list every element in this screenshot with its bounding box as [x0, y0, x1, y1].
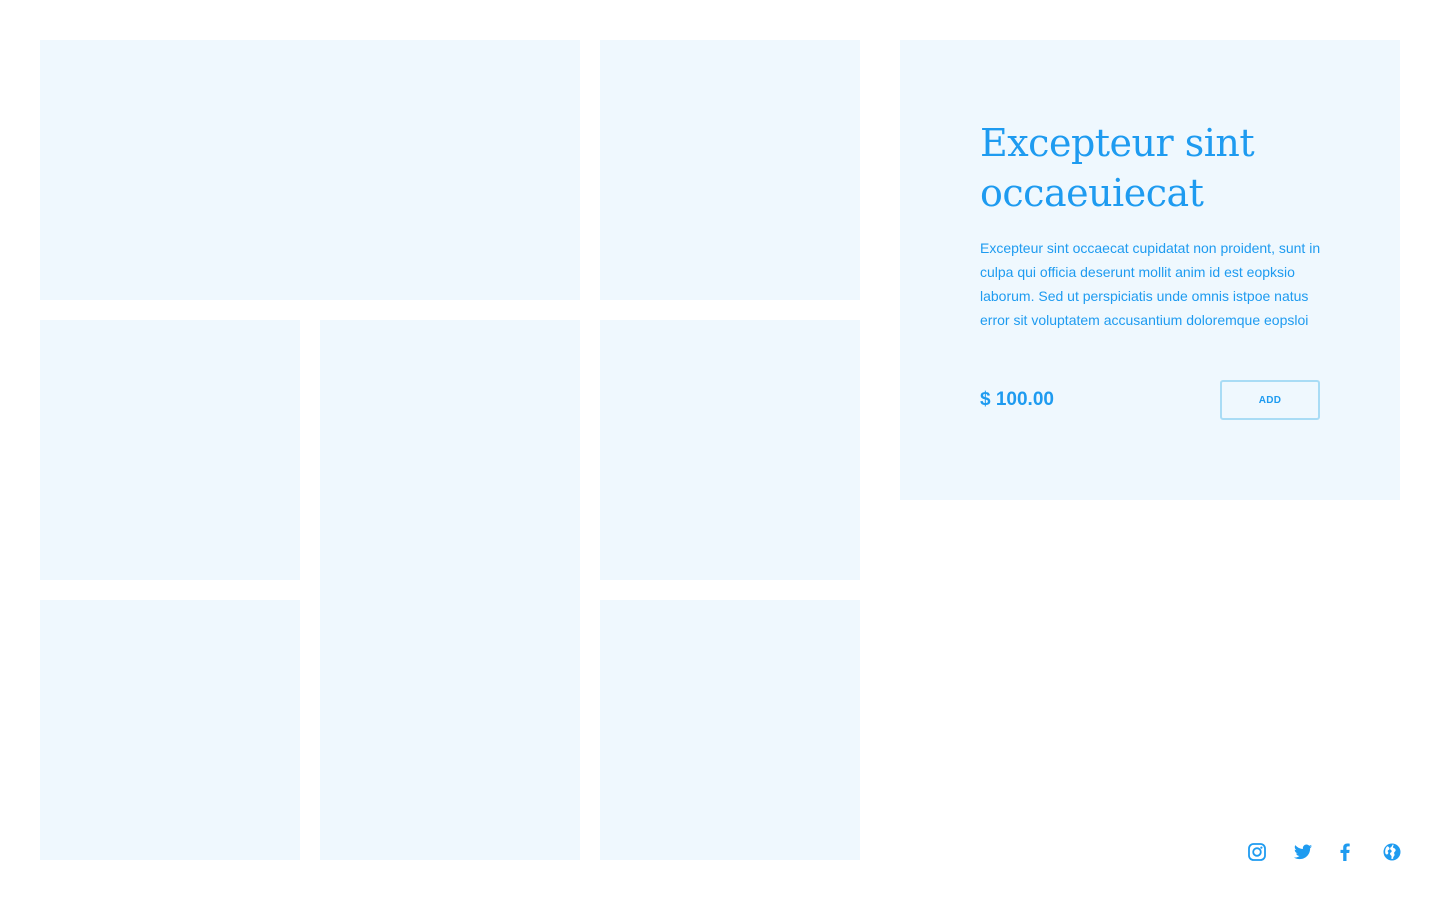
- gallery-image-placeholder[interactable]: [40, 40, 580, 300]
- gallery-image-placeholder[interactable]: [600, 320, 860, 580]
- product-title: Excepteur sint occaeuiecat: [980, 121, 1255, 215]
- gallery-image-placeholder[interactable]: [40, 320, 300, 580]
- instagram-icon[interactable]: [1245, 840, 1269, 864]
- product-card: Excepteur sint occaeuiecat Excepteur sin…: [900, 40, 1400, 500]
- twitter-icon[interactable]: [1291, 840, 1315, 864]
- social-links: [1240, 840, 1408, 864]
- facebook-icon[interactable]: [1333, 840, 1357, 864]
- gallery-image-placeholder[interactable]: [600, 600, 860, 860]
- gallery-image-placeholder[interactable]: [40, 600, 300, 860]
- product-description: Excepteur sint occaecat cupidatat non pr…: [980, 240, 1321, 328]
- gallery-image-placeholder[interactable]: [600, 40, 860, 300]
- add-to-cart-button[interactable]: ADD: [1220, 380, 1320, 420]
- product-price: $ 100.00: [980, 389, 1054, 410]
- gallery-image-placeholder[interactable]: [320, 320, 580, 860]
- globe-icon[interactable]: [1380, 840, 1404, 864]
